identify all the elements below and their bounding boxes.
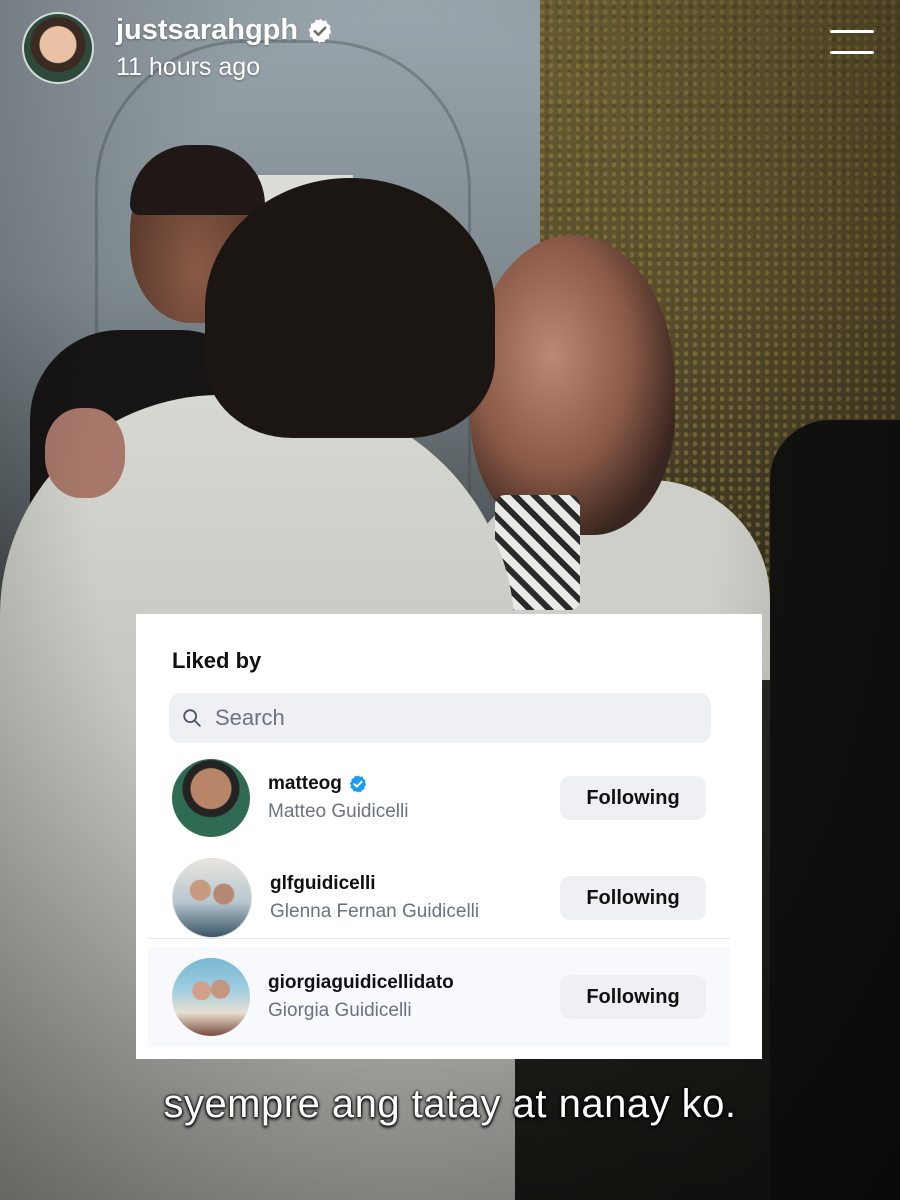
row-divider (148, 938, 730, 939)
verified-badge-icon (308, 18, 332, 43)
user-handle-row[interactable]: giorgiaguidicellidato (268, 972, 560, 994)
user-full-name: Glenna Fernan Guidicelli (270, 901, 480, 922)
user-handle[interactable]: glfguidicelli (270, 873, 376, 895)
post-timestamp: 11 hours ago (116, 53, 261, 81)
user-handle[interactable]: matteog (268, 773, 342, 795)
username-row[interactable]: justsarahgph (116, 14, 334, 47)
user-info: matteog Matteo Guidicelli (268, 773, 560, 823)
profile-avatar[interactable] (22, 12, 94, 84)
user-handle[interactable]: giorgiaguidicellidato (268, 972, 454, 994)
user-avatar[interactable] (172, 858, 252, 938)
user-handle-row[interactable]: glfguidicelli (270, 873, 560, 895)
user-avatar[interactable] (172, 958, 250, 1036)
search-input[interactable] (213, 704, 697, 732)
user-info: giorgiaguidicellidato Giorgia Guidicelli (268, 972, 560, 1022)
card-title: Liked by (172, 648, 262, 673)
user-handle-row[interactable]: matteog (268, 773, 560, 795)
menu-icon[interactable] (830, 30, 874, 56)
search-icon (183, 709, 201, 727)
user-full-name: Matteo Guidicelli (268, 801, 409, 822)
user-full-name: Giorgia Guidicelli (268, 1000, 412, 1021)
search-box[interactable] (169, 693, 711, 743)
following-button[interactable]: Following (560, 876, 706, 920)
username[interactable]: justsarahgph (116, 14, 298, 47)
story-caption: syempre ang tatay at nanay ko. (163, 1082, 737, 1126)
following-button[interactable]: Following (560, 776, 706, 820)
following-button[interactable]: Following (560, 975, 706, 1019)
liker-row[interactable]: glfguidicelli Glenna Fernan Guidicelli F… (148, 848, 730, 948)
user-info: glfguidicelli Glenna Fernan Guidicelli (270, 873, 560, 923)
liker-row[interactable]: matteog Matteo Guidicelli Following (148, 748, 730, 848)
story-author: justsarahgph 11 hours ago (116, 14, 334, 82)
liked-by-card: Liked by matteog Matteo Guidicelli Follo… (136, 614, 762, 1059)
story-header: justsarahgph 11 hours ago (22, 8, 334, 88)
verified-badge-icon (349, 775, 366, 793)
liker-row[interactable]: giorgiaguidicellidato Giorgia Guidicelli… (148, 947, 730, 1047)
user-avatar[interactable] (172, 759, 250, 837)
